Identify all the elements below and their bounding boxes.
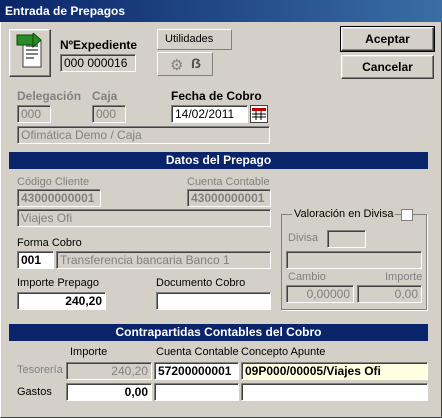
window-title: Entrada de Prepagos	[0, 0, 442, 22]
divisa-field	[327, 230, 366, 248]
divisa-group-label: Valoración en Divisa	[292, 208, 396, 220]
expediente-label: NºExpediente	[60, 38, 138, 52]
delegacion-field: 000	[17, 105, 51, 123]
fecha-cobro-label: Fecha de Cobro	[171, 89, 262, 103]
caja-description-field: Ofimática Demo / Caja	[17, 126, 270, 144]
tesoreria-label: Tesorería	[17, 364, 63, 376]
col-cuenta-header: Cuenta Contable	[156, 346, 239, 358]
importe-prepago-field[interactable]: 240,20	[17, 292, 106, 310]
delegacion-label: Delegación	[17, 89, 82, 103]
cuenta-contable-field: 43000000001	[187, 189, 271, 207]
expediente-icon	[16, 31, 42, 68]
forma-cobro-code-field[interactable]: 001	[17, 251, 54, 269]
gastos-concepto-field[interactable]	[241, 383, 428, 401]
utilidades-toolbar: ⚙ ẞ	[157, 52, 213, 76]
documento-cobro-label: Documento Cobro	[156, 277, 246, 289]
binoculars-icon[interactable]: ẞ	[191, 55, 201, 71]
gastos-importe-field[interactable]: 0,00	[66, 383, 152, 401]
divisa-label: Divisa	[288, 232, 318, 244]
expediente-icon-button[interactable]	[9, 29, 51, 77]
utilidades-label: Utilidades	[165, 33, 214, 45]
col-concepto-header: Concepto Apunte	[241, 346, 326, 358]
calendar-icon-graphic	[252, 108, 266, 120]
datos-prepago-header: Datos del Prepago	[9, 152, 428, 169]
divisa-checkbox[interactable]	[401, 209, 413, 221]
codigo-cliente-label: Código Cliente	[17, 176, 90, 188]
cambio-label: Cambio	[288, 271, 326, 283]
gear-icon[interactable]: ⚙	[170, 56, 183, 74]
aceptar-label: Aceptar	[365, 32, 410, 46]
divisa-importe-label: Importe	[385, 271, 423, 283]
cuenta-contable-label: Cuenta Contable	[187, 176, 270, 188]
caja-label: Caja	[92, 89, 118, 103]
utilidades-button[interactable]: Utilidades	[157, 29, 232, 50]
contrapartidas-header: Contrapartidas Contables del Cobro	[9, 324, 428, 341]
forma-cobro-label: Forma Cobro	[17, 237, 82, 249]
divisa-importe-field: 0,00	[357, 285, 422, 303]
forma-cobro-desc-field: Transferencia bancaria Banco 1	[56, 251, 271, 269]
codigo-cliente-field: 43000000001	[17, 189, 101, 207]
aceptar-button[interactable]: Aceptar	[340, 26, 435, 52]
col-importe-header: Importe	[70, 346, 108, 358]
fecha-cobro-label-text: Fecha de Cobro	[171, 89, 262, 103]
calendar-icon[interactable]	[250, 105, 268, 123]
cancelar-label: Cancelar	[362, 60, 413, 74]
cliente-nombre-field: Viajes Ofi	[17, 209, 271, 227]
gastos-cuenta-field[interactable]	[154, 383, 239, 401]
documento-cobro-field[interactable]	[156, 292, 271, 310]
fecha-cobro-field[interactable]: 14/02/2011	[171, 105, 248, 123]
tesoreria-cuenta-field[interactable]: 57200000001	[154, 362, 239, 380]
divisa-desc-field	[286, 251, 422, 269]
importe-prepago-label: Importe Prepago	[17, 277, 99, 289]
caja-field: 000	[92, 105, 126, 123]
tesoreria-concepto-field[interactable]: 09P000/00005/Viajes Ofi	[241, 362, 428, 380]
cancelar-button[interactable]: Cancelar	[341, 55, 434, 79]
tesoreria-importe-field: 240,20	[66, 362, 152, 380]
cambio-field: 0,00000	[286, 285, 354, 303]
expediente-field: 000 000016	[60, 54, 136, 72]
gastos-label: Gastos	[17, 386, 52, 398]
